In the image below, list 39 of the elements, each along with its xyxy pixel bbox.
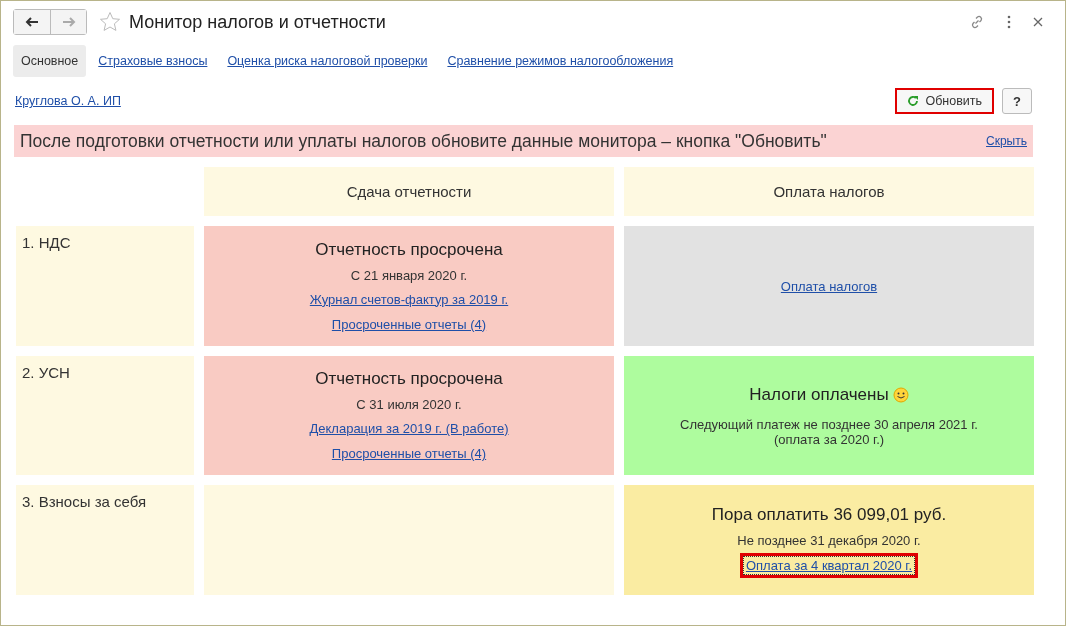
row-label: 3. Взносы за себя (16, 485, 194, 595)
report-link[interactable]: Просроченные отчеты (4) (329, 445, 489, 462)
close-icon[interactable] (1033, 17, 1043, 27)
column-header: Оплата налогов (624, 167, 1034, 216)
status-text: С 31 июля 2020 г. (356, 397, 462, 412)
status-text: Следующий платеж не позднее 30 апреля 2021 г. (680, 416, 978, 432)
tab[interactable]: Основное (13, 45, 87, 77)
status-title: Отчетность просрочена (315, 369, 503, 389)
link-icon[interactable] (969, 14, 985, 30)
status-title: Налоги оплачены (749, 384, 889, 405)
smiley-icon (892, 386, 909, 403)
refresh-button[interactable]: Обновить (895, 88, 995, 114)
report-link[interactable]: Оплата за 4 квартал 2020 г. (742, 556, 916, 575)
tab[interactable]: Сравнение режимов налогообложения (439, 45, 682, 77)
row-label: 2. УСН (16, 356, 194, 475)
report-link[interactable]: Оплата налогов (778, 277, 880, 295)
back-arrow-icon (25, 17, 39, 27)
more-icon[interactable] (1007, 15, 1011, 29)
star-icon[interactable] (99, 11, 121, 33)
hide-link[interactable]: Скрыть (986, 134, 1027, 148)
column-header: Сдача отчетности (204, 167, 614, 216)
notice-text: После подготовки отчетности или уплаты налогов обновите данные монитора – кнопка "Обновить" (20, 130, 827, 152)
tab[interactable]: Оценка риска налоговой проверки (219, 45, 436, 77)
status-text: Не позднее 31 декабря 2020 г. (737, 533, 921, 548)
status-text: С 21 января 2020 г. (350, 267, 468, 283)
report-link[interactable]: Журнал счетов-фактур за 2019 г. (307, 290, 511, 308)
help-button[interactable]: ? (1002, 88, 1032, 114)
report-link[interactable]: Просроченные отчеты (4) (329, 315, 489, 333)
forward-arrow-icon (61, 17, 76, 27)
status-text: (оплата за 2020 г.) (773, 431, 885, 447)
tab[interactable]: Страховые взносы (90, 45, 216, 77)
row-label: 1. НДС (16, 226, 194, 346)
report-link[interactable]: Декларация за 2019 г. (В работе) (307, 420, 511, 437)
refresh-icon (907, 95, 920, 107)
back-button[interactable] (14, 10, 50, 34)
status-title: Пора оплатить 36 099,01 руб. (711, 505, 947, 525)
status-title: Отчетность просрочена (315, 239, 503, 260)
window-title: Монитор налогов и отчетности (129, 11, 386, 33)
organization-link[interactable]: Круглова О. А. ИП (15, 94, 121, 108)
